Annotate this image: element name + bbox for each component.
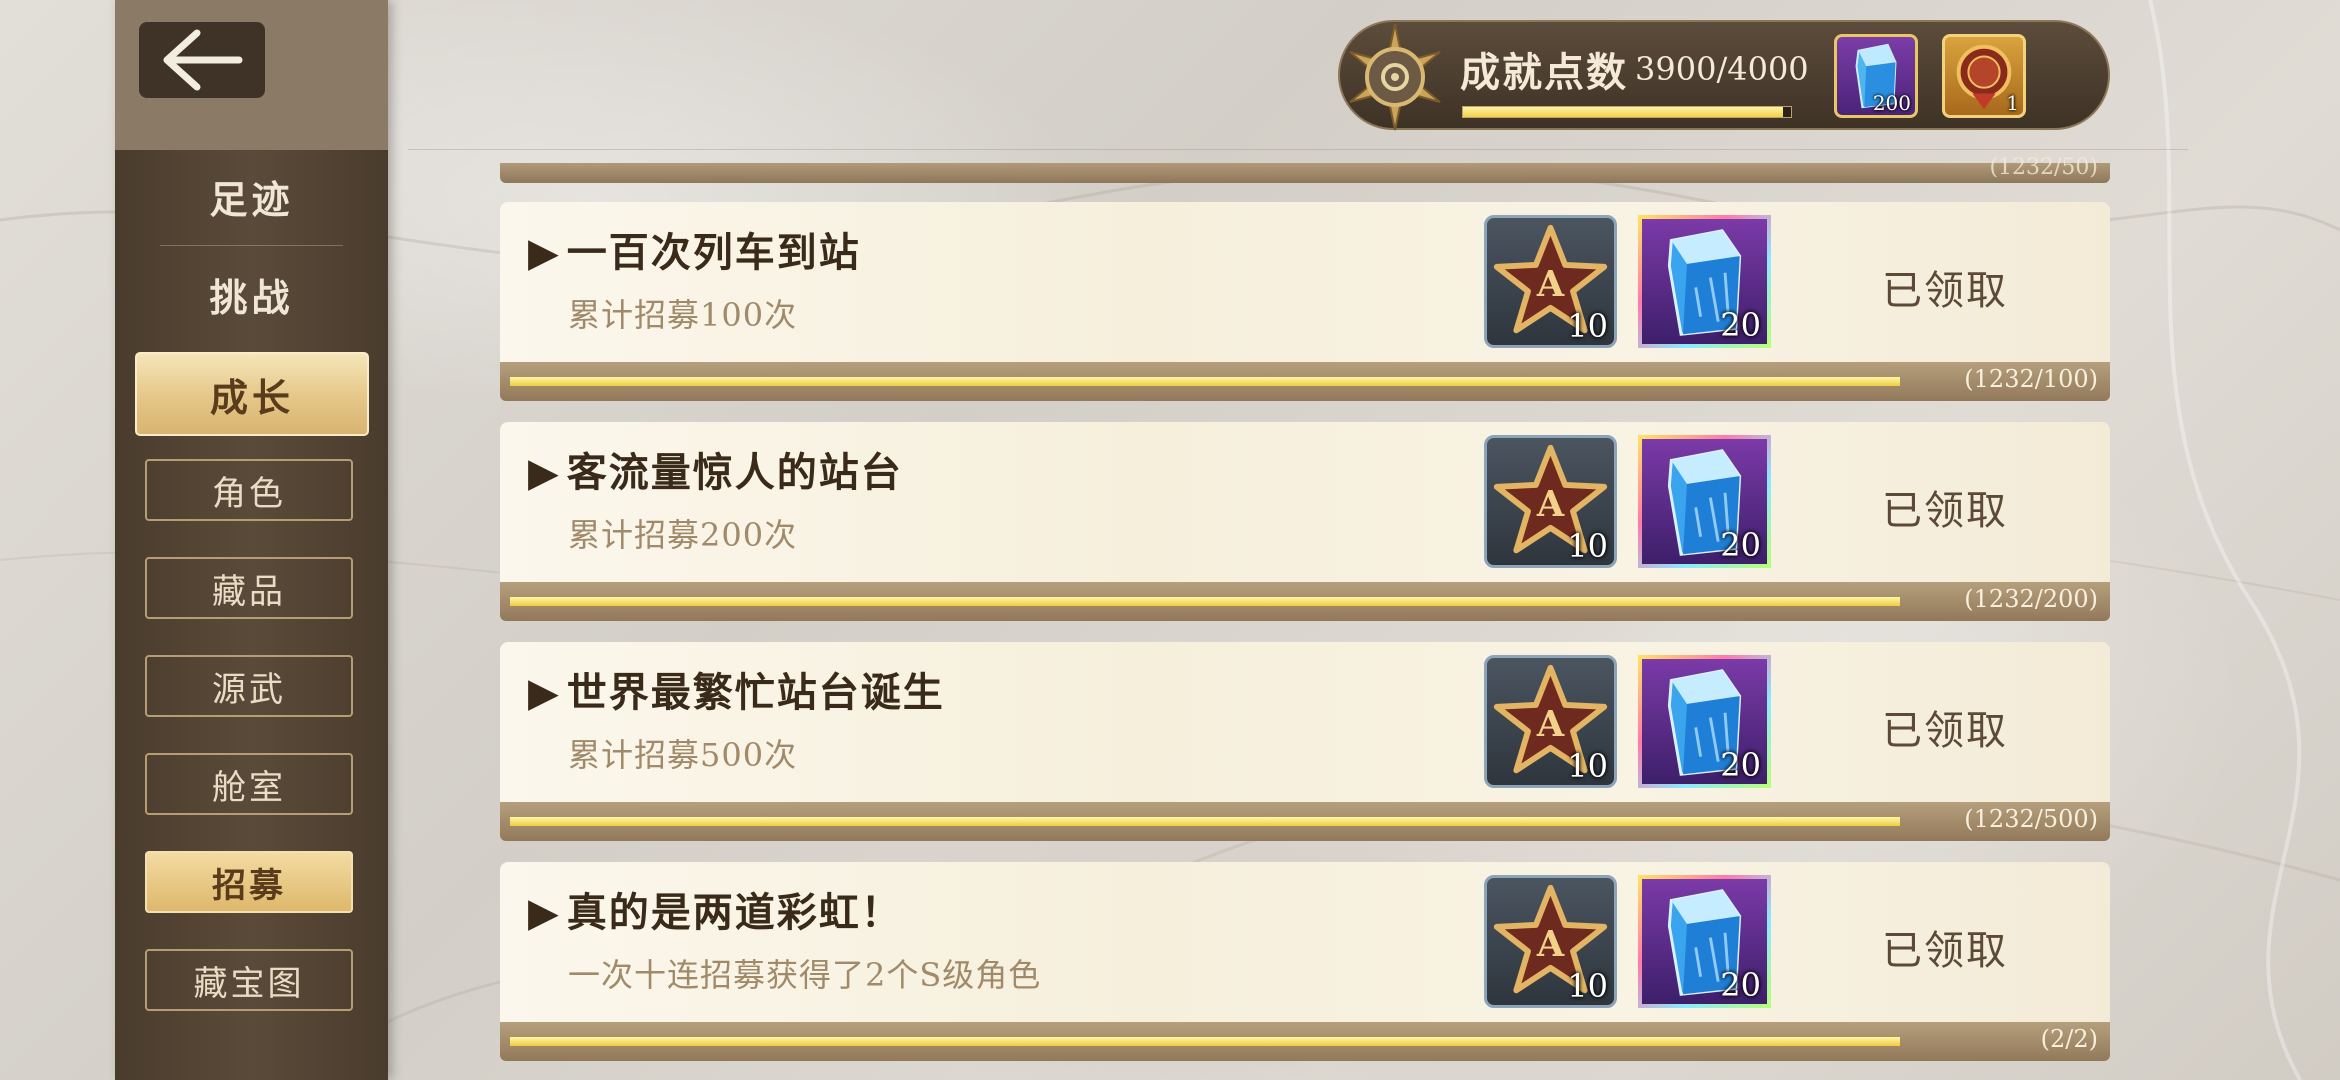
achievement-card-body: ▶ 世界最繁忙站台诞生 累计招募500次 A 10 20 已领取: [500, 642, 2110, 802]
header-reward-count: 1: [2006, 91, 2019, 115]
achievement-progress: (1232/100): [500, 362, 2110, 401]
reward-count: 10: [1567, 967, 1608, 1005]
achievement-progress-track: [510, 597, 1900, 606]
achievement-progress-count: (1232/500): [1964, 805, 2098, 833]
sidebar: 足迹 挑战 成长 角色 藏品 源武 舱室 招募 藏宝图: [115, 0, 388, 1080]
sub-tab-cabin[interactable]: 舱室: [145, 753, 353, 815]
header-reward-count: 200: [1872, 91, 1911, 115]
reward-star-item[interactable]: A 10: [1484, 875, 1617, 1008]
sub-tab-recruit[interactable]: 招募: [145, 851, 353, 913]
svg-text:A: A: [1536, 484, 1565, 525]
reward-count: 20: [1720, 526, 1761, 564]
achievement-points-bar: 成就点数 3900/4000 200 1: [1338, 20, 2110, 131]
achievement-card-body: ▶ 客流量惊人的站台 累计招募200次 A 10 20 已领取: [500, 422, 2110, 582]
achievement-card-body: ▶ 一百次列车到站 累计招募100次 A 10 20 已领取: [500, 202, 2110, 362]
achievement-description: 累计招募500次: [568, 736, 798, 774]
sub-tab-label: 招募: [212, 865, 286, 906]
achievement-title: ▶ 一百次列车到站: [528, 220, 861, 278]
achievement-progress-track: [510, 817, 1900, 826]
svg-text:A: A: [1536, 924, 1565, 965]
sub-tab-label: 藏品: [212, 571, 286, 612]
sidebar-header: [115, 0, 388, 150]
achievement-description: 一次十连招募获得了2个S级角色: [568, 956, 1042, 994]
reward-count: 10: [1567, 747, 1608, 785]
achievement-progress-fill: [510, 377, 1900, 386]
achievement-card: ▶ 真的是两道彩虹！ 一次十连招募获得了2个S级角色 A 10 20 已领取 (…: [500, 862, 2110, 1061]
header-reward-crystal[interactable]: 200: [1834, 34, 1918, 118]
nav-growth[interactable]: 成长: [135, 352, 369, 436]
reward-count: 10: [1567, 307, 1608, 345]
achievement-progress-count: (1232/100): [1964, 365, 2098, 393]
achievement-card-body: ▶ 真的是两道彩虹！ 一次十连招募获得了2个S级角色 A 10 20 已领取: [500, 862, 2110, 1022]
triangle-bullet-icon: ▶: [528, 449, 561, 496]
reward-crystal-item[interactable]: 20: [1638, 655, 1771, 788]
achievement-progress-track: [510, 1037, 1900, 1046]
sub-tab-weapon[interactable]: 源武: [145, 655, 353, 717]
nav-challenge[interactable]: 挑战: [115, 246, 388, 342]
claimed-status: 已领取: [1882, 928, 2008, 974]
achievement-card: ▶ 世界最繁忙站台诞生 累计招募500次 A 10 20 已领取 (1232/5…: [500, 642, 2110, 841]
achievement-title-text: 真的是两道彩虹！: [566, 889, 903, 936]
claimed-status: 已领取: [1882, 488, 2008, 534]
nav-challenge-label: 挑战: [209, 274, 294, 320]
triangle-bullet-icon: ▶: [528, 229, 561, 276]
achievement-progress-fill: [510, 597, 1900, 606]
triangle-bullet-icon: ▶: [528, 889, 561, 936]
reward-count: 20: [1720, 746, 1761, 784]
partial-card-progress: (1232/50): [500, 155, 2110, 183]
nav-footprint[interactable]: 足迹: [115, 148, 388, 244]
reward-count: 10: [1567, 527, 1608, 565]
header-divider: [408, 149, 2188, 150]
compass-emblem-icon: [1349, 23, 1441, 131]
achievement-card: ▶ 一百次列车到站 累计招募100次 A 10 20 已领取 (1232/100…: [500, 202, 2110, 401]
nav-growth-label: 成长: [209, 374, 294, 420]
reward-count: 20: [1720, 966, 1761, 1004]
claimed-status: 已领取: [1882, 268, 2008, 314]
achievement-title-text: 客流量惊人的站台: [566, 449, 903, 496]
sub-tab-label: 源武: [212, 669, 286, 710]
achievement-title: ▶ 真的是两道彩虹！: [528, 880, 903, 938]
sub-tab-label: 藏宝图: [193, 963, 305, 1004]
sub-tab-label: 角色: [212, 473, 286, 514]
reward-crystal-item[interactable]: 20: [1638, 215, 1771, 348]
achievement-progress-count: (1232/200): [1964, 585, 2098, 613]
reward-star-item[interactable]: A 10: [1484, 215, 1617, 348]
sub-tab-character[interactable]: 角色: [145, 459, 353, 521]
achievement-progress: (1232/500): [500, 802, 2110, 841]
achievement-progress-track: [510, 377, 1900, 386]
achievement-progress-fill: [510, 1037, 1900, 1046]
achievement-title-text: 一百次列车到站: [566, 229, 861, 276]
triangle-bullet-icon: ▶: [528, 669, 561, 716]
svg-text:A: A: [1536, 264, 1565, 305]
achievement-progress-fill: [510, 817, 1900, 826]
points-progress-fill: [1463, 107, 1783, 117]
sub-tab-treasure-map[interactable]: 藏宝图: [145, 949, 353, 1011]
points-progress-track: [1462, 106, 1792, 118]
reward-count: 20: [1720, 306, 1761, 344]
sub-tab-collection[interactable]: 藏品: [145, 557, 353, 619]
achievement-progress-count: (2/2): [2040, 1025, 2098, 1053]
achievement-progress: (2/2): [500, 1022, 2110, 1061]
points-label: 成就点数: [1460, 49, 1628, 96]
partial-card-count: (1232/50): [1989, 155, 2098, 180]
achievement-title-text: 世界最繁忙站台诞生: [566, 669, 945, 716]
reward-star-item[interactable]: A 10: [1484, 655, 1617, 788]
sub-tab-label: 舱室: [212, 767, 286, 808]
achievement-description: 累计招募100次: [568, 296, 798, 334]
claimed-status: 已领取: [1882, 708, 2008, 754]
achievement-card: ▶ 客流量惊人的站台 累计招募200次 A 10 20 已领取 (1232/20…: [500, 422, 2110, 621]
achievement-progress: (1232/200): [500, 582, 2110, 621]
achievement-title: ▶ 客流量惊人的站台: [528, 440, 903, 498]
nav-footprint-label: 足迹: [209, 176, 294, 222]
reward-crystal-item[interactable]: 20: [1638, 875, 1771, 1008]
achievement-description: 累计招募200次: [568, 516, 798, 554]
achievement-title: ▶ 世界最繁忙站台诞生: [528, 660, 945, 718]
reward-crystal-item[interactable]: 20: [1638, 435, 1771, 568]
svg-text:A: A: [1536, 704, 1565, 745]
arrow-left-icon: [163, 29, 243, 91]
header-reward-medal[interactable]: 1: [1942, 34, 2026, 118]
reward-star-item[interactable]: A 10: [1484, 435, 1617, 568]
back-button[interactable]: [139, 22, 265, 98]
points-value: 3900/4000: [1635, 50, 1809, 88]
